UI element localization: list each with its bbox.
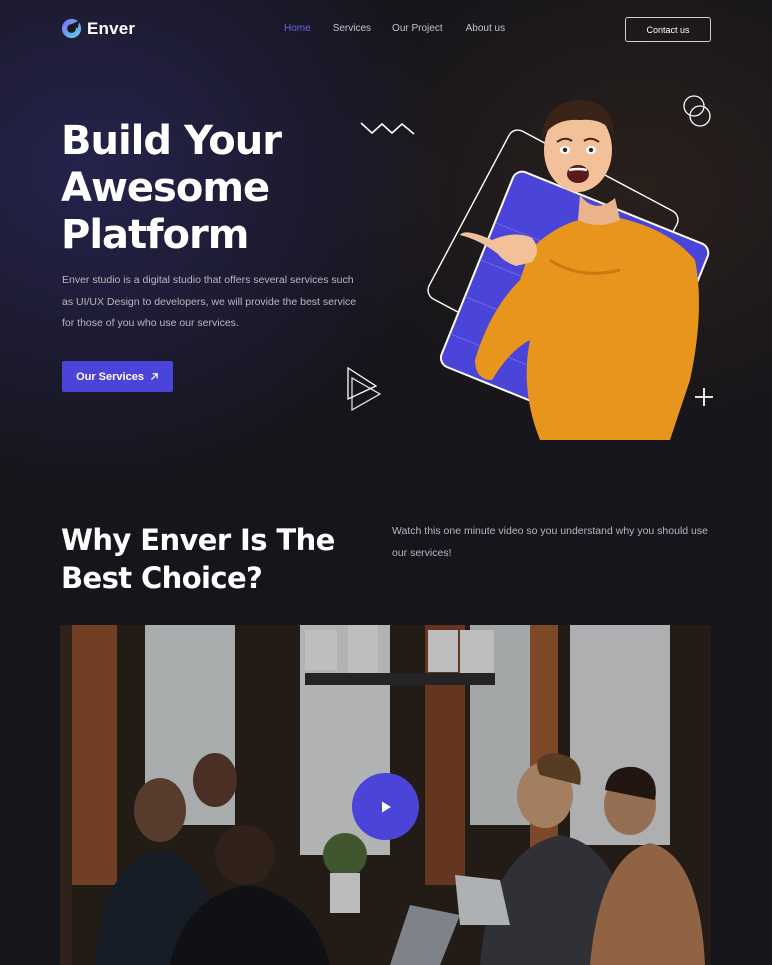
brand-name: Enver [87,18,136,38]
why-description: Watch this one minute video so you under… [392,525,708,559]
arrow-up-right-icon [151,373,158,380]
contact-us-button[interactable]: Contact us [625,17,711,42]
hero-title: Build Your Awesome Platform [61,118,381,259]
nav-link-services[interactable]: Services [333,23,371,34]
hero-description: Enver studio is a digital studio that of… [62,274,357,329]
hero-person-image [427,100,710,441]
our-services-button[interactable]: Our Services [62,361,173,392]
hero-title-line: Platform [61,212,249,258]
why-title-line: Why Enver Is The [61,523,335,557]
play-video-button[interactable] [352,773,419,840]
navbar: Enver Home Services Our Project About us… [0,0,772,58]
zigzag-decoration [360,122,415,135]
why-title: Why Enver Is The Best Choice? [61,521,361,597]
play-icon [381,801,391,812]
nav-link-home[interactable]: Home [284,23,311,34]
our-services-label: Our Services [76,370,144,383]
hero-title-line: Build Your [61,118,282,164]
nav-link-our-project[interactable]: Our Project [392,23,443,34]
brand-logo[interactable]: Enver [61,18,135,39]
hero-title-line: Awesome [61,165,270,211]
why-title-line: Best Choice? [61,561,263,595]
logo-icon [61,18,82,39]
main-nav: Home Services Our Project About us [284,23,505,34]
play-triangle-decoration [347,366,382,412]
nav-link-about-us[interactable]: About us [466,23,505,34]
